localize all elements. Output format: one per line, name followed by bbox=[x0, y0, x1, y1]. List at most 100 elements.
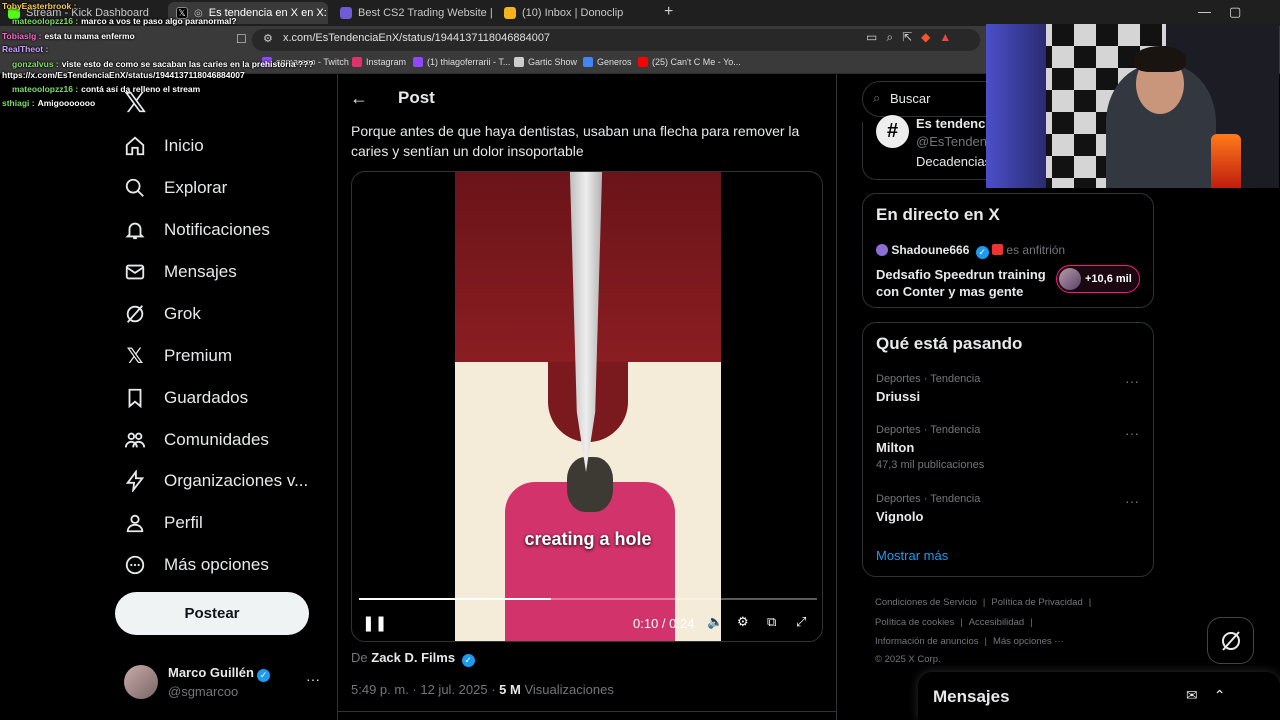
messages-drawer-actions: ✉ ⌃ bbox=[1186, 687, 1225, 704]
more-icon[interactable]: ··· bbox=[306, 671, 320, 687]
live-host[interactable]: Shadoune666 ✓ es anfitrión bbox=[876, 243, 1065, 259]
footer-links: Condiciones de Servicio | Política de Priv… bbox=[875, 597, 1092, 608]
address-bar-icons: ▭ ⌕ ⇱ ◆ ▲ bbox=[866, 30, 951, 45]
account-description: Decadencias bbox=[916, 154, 992, 169]
nav-item-perfil[interactable]: Perfil bbox=[124, 512, 203, 534]
bookmark-icon bbox=[124, 387, 146, 409]
pause-icon[interactable]: ❚❚ bbox=[362, 614, 387, 632]
live-stream-title[interactable]: Dedsafio Speedrun training con Conter y … bbox=[876, 266, 1054, 300]
show-more-link[interactable]: Mostrar más bbox=[876, 548, 948, 563]
nav-item-guardados[interactable]: Guardados bbox=[124, 387, 248, 409]
brave-shield-icon[interactable]: ◆ bbox=[921, 30, 930, 45]
trend-more-icon[interactable]: ··· bbox=[1125, 425, 1139, 441]
site-info-icon[interactable]: ⚙ bbox=[263, 32, 273, 45]
nav-item-grok[interactable]: Grok bbox=[124, 303, 201, 325]
footer-link[interactable]: Accesibilidad bbox=[969, 617, 1024, 628]
tab-title: (10) Inbox | Donoclip bbox=[522, 7, 624, 19]
video-player[interactable]: creating a hole ❚❚ 0:10 / 0:24 🔈 ⚙ ⧉ ⤢ bbox=[351, 171, 823, 642]
nav-item-inicio[interactable]: Inicio bbox=[124, 135, 204, 157]
nav-item-premium[interactable]: 𝕏 Premium bbox=[124, 344, 232, 368]
account-avatar: # bbox=[876, 115, 909, 148]
profile-handle: @sgmarcoo bbox=[168, 684, 239, 699]
author-link[interactable]: Zack D. Films bbox=[371, 650, 455, 665]
donoclip-favicon-icon bbox=[504, 7, 516, 19]
webcam-overlay bbox=[986, 24, 1279, 188]
url-text[interactable]: x.com/EsTendenciaEnX/status/194413711804… bbox=[283, 32, 550, 44]
chat-message: Tobiaslg : esta tu mama enfermo bbox=[2, 31, 135, 41]
new-tab-icon[interactable]: + bbox=[664, 3, 673, 21]
nav-item-mensajes[interactable]: Mensajes bbox=[124, 261, 237, 283]
copyright: © 2025 X Corp. bbox=[875, 654, 941, 665]
trend-more-icon[interactable]: ··· bbox=[1125, 373, 1139, 389]
trend-more-icon[interactable]: ··· bbox=[1125, 493, 1139, 509]
restore-icon[interactable]: ▢ bbox=[1229, 4, 1241, 20]
mail-icon bbox=[124, 261, 146, 283]
trend-item[interactable]: Deportes · Tendencia Driussi bbox=[876, 373, 980, 404]
chat-message: RealTheot : bbox=[2, 44, 49, 54]
tradeit-favicon-icon bbox=[340, 7, 352, 19]
grok-button[interactable] bbox=[1207, 617, 1254, 664]
x-logo-icon[interactable]: 𝕏 bbox=[124, 86, 147, 119]
picture-in-picture-icon[interactable]: ⧉ bbox=[767, 614, 776, 630]
tab-donoclip[interactable]: (10) Inbox | Donoclip bbox=[496, 2, 656, 24]
home-icon bbox=[124, 135, 146, 157]
video-progress-bar[interactable] bbox=[359, 598, 817, 600]
new-message-icon[interactable]: ✉ bbox=[1186, 687, 1198, 704]
bookmark-item[interactable]: Gartic Show bbox=[514, 57, 577, 67]
post-button[interactable]: Postear bbox=[115, 592, 309, 635]
trend-item[interactable]: Deportes · Tendencia Vignolo bbox=[876, 493, 980, 524]
instagram-icon bbox=[352, 57, 362, 67]
divider bbox=[836, 74, 837, 720]
person-icon bbox=[124, 512, 146, 534]
tab-title: Best CS2 Trading Website | Tradeit bbox=[358, 7, 492, 19]
account-handle: @EsTendenc bbox=[916, 134, 994, 149]
post-timestamp[interactable]: 5:49 p. m. · 12 jul. 2025 · bbox=[351, 682, 496, 697]
search-icon bbox=[124, 177, 146, 199]
host-avatar bbox=[876, 244, 888, 256]
messages-drawer-title: Mensajes bbox=[933, 687, 1010, 706]
bookmark-item[interactable]: (1) thiagoferrarii - T... bbox=[413, 57, 510, 67]
tab-tradeit[interactable]: Best CS2 Trading Website | Tradeit bbox=[332, 2, 492, 24]
trend-item[interactable]: Deportes · Tendencia Milton 47,3 mil pub… bbox=[876, 424, 984, 471]
bookmark-item[interactable]: Instagram bbox=[352, 57, 406, 67]
nav-item-notificaciones[interactable]: Notificaciones bbox=[124, 219, 270, 241]
footer-link[interactable]: Política de cookies bbox=[875, 617, 954, 628]
video-time: 0:10 / 0:24 bbox=[633, 616, 695, 631]
back-arrow-icon[interactable]: ← bbox=[350, 88, 368, 109]
brave-rewards-icon[interactable]: ▲ bbox=[939, 30, 951, 45]
bookmark-item[interactable]: (25) Can't C Me - Yo... bbox=[638, 57, 741, 67]
share-icon[interactable]: ⇱ bbox=[902, 30, 912, 45]
avatar bbox=[124, 665, 158, 699]
video-attribution: De Zack D. Films ✓ bbox=[351, 650, 475, 667]
chat-message: https://x.com/EsTendenciaEnX/status/1944… bbox=[2, 70, 245, 80]
settings-icon[interactable]: ⚙ bbox=[737, 614, 749, 630]
bookmark-star-icon[interactable]: ☐ bbox=[236, 32, 247, 46]
cast-icon[interactable]: ▭ bbox=[866, 30, 877, 45]
chat-message: gonzalvus : viste esto de como se sacaban… bbox=[12, 59, 314, 69]
more-circle-icon bbox=[124, 554, 146, 576]
nav-item-explorar[interactable]: Explorar bbox=[124, 177, 227, 199]
search-icon: ⌕ bbox=[873, 90, 881, 105]
footer-links: Política de cookies | Accesibilidad | bbox=[875, 617, 1033, 628]
footer-link[interactable]: Política de Privacidad bbox=[991, 597, 1082, 608]
minimize-icon[interactable]: — bbox=[1198, 4, 1211, 19]
footer-link[interactable]: Información de anuncios bbox=[875, 636, 979, 647]
footer-link[interactable]: Más opciones ··· bbox=[993, 636, 1064, 647]
listener-avatar bbox=[1059, 268, 1081, 290]
gartic-icon bbox=[514, 57, 524, 67]
zoom-icon[interactable]: ⌕ bbox=[886, 30, 893, 45]
nav-item-organizaciones[interactable]: Organizaciones v... bbox=[124, 470, 308, 492]
bookmark-item[interactable]: Generos bbox=[583, 57, 632, 67]
live-badge-icon bbox=[992, 244, 1004, 255]
volume-icon[interactable]: 🔈 bbox=[707, 614, 723, 630]
account-switcher[interactable]: Marco Guillén ✓ @sgmarcoo ··· bbox=[124, 663, 324, 703]
expand-icon[interactable]: ⌃ bbox=[1214, 687, 1226, 704]
fullscreen-icon[interactable]: ⤢ bbox=[796, 614, 806, 630]
nav-item-mas-opciones[interactable]: Más opciones bbox=[124, 554, 269, 576]
chat-message: mateoolopzz16 : marco a vos te paso algo … bbox=[12, 16, 237, 26]
live-listeners-button[interactable]: +10,6 mil bbox=[1056, 265, 1140, 293]
x-icon: 𝕏 bbox=[126, 344, 144, 368]
chat-message: TobyEasterbrook : bbox=[2, 1, 77, 11]
nav-item-comunidades[interactable]: Comunidades bbox=[124, 429, 269, 451]
footer-link[interactable]: Condiciones de Servicio bbox=[875, 597, 977, 608]
